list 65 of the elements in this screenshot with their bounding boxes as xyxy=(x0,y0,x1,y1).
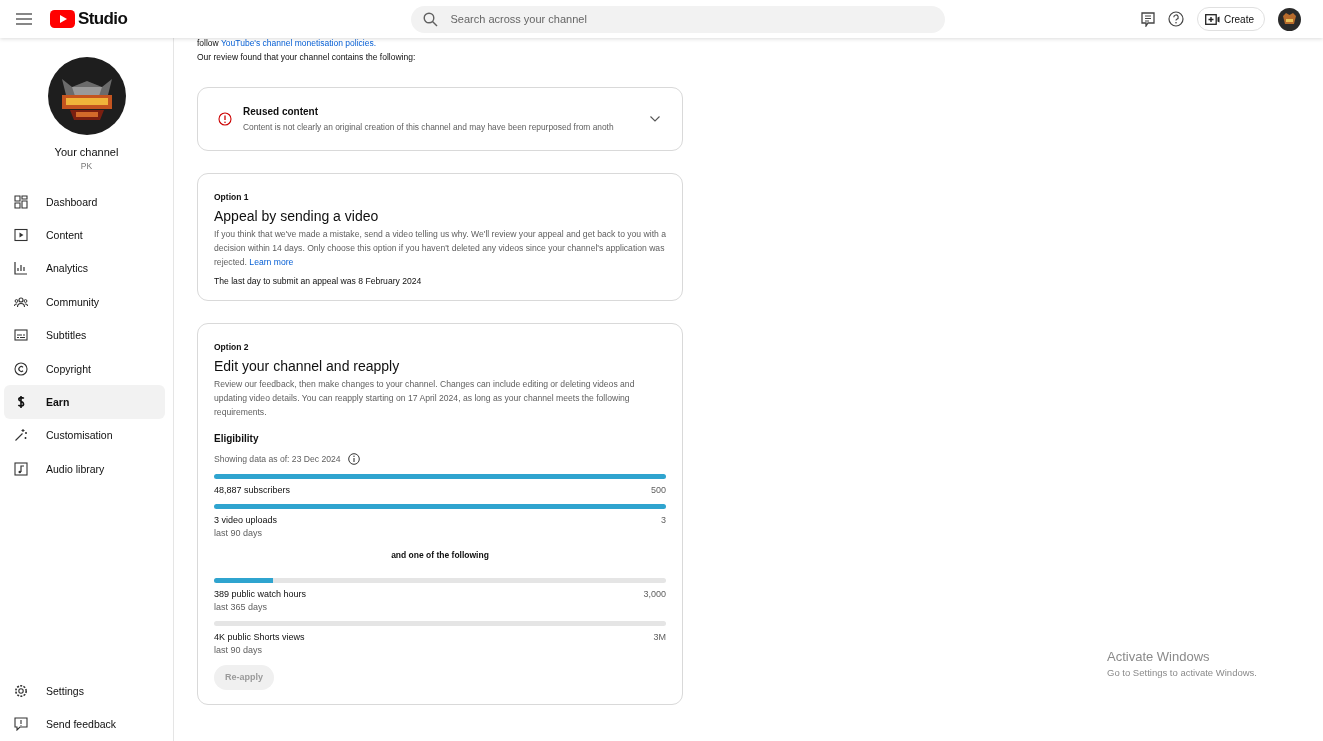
alert-icon xyxy=(218,112,232,126)
data-date-text: Showing data as of: 23 Dec 2024 xyxy=(214,453,341,464)
play-logo-icon[interactable] xyxy=(50,10,75,28)
chevron-icon[interactable] xyxy=(650,116,660,122)
metric-target: 3,000 xyxy=(643,588,666,599)
sidebar-item[interactable]: Dashboard xyxy=(4,185,165,219)
channel-title: Your channel xyxy=(54,146,119,158)
sidebar-item[interactable]: Analytics xyxy=(4,251,165,286)
option-description: If you think that we've made a mistake, send a video telling us why. We'll review your appeal and get back to you with a decision within 14 days. Only choose this option if you haven't deleted any videos since your channel's application was rejected. Learn more xyxy=(214,228,666,269)
dashboard-icon xyxy=(14,194,28,209)
subtitles-icon xyxy=(14,328,28,343)
alternative-heading: and one of the following xyxy=(391,549,489,560)
metric-period: last 365 days xyxy=(214,601,269,612)
sidebar-item[interactable]: Content xyxy=(4,218,165,252)
help-icon[interactable] xyxy=(1167,11,1184,27)
option-title: Edit your channel and reapply xyxy=(214,358,401,375)
channel-name: PK xyxy=(80,161,93,171)
option-title: Appeal by sending a video xyxy=(214,208,380,224)
feedback-icon xyxy=(14,717,28,732)
search-field[interactable]: Search across your channel xyxy=(411,5,946,33)
option-label: Option 1 xyxy=(214,192,250,202)
sidebar-item[interactable]: Customisation xyxy=(4,418,165,453)
people-icon xyxy=(14,294,28,309)
finding-description: Content is not clearly an original creation of this channel and may have been repurposed from anoth xyxy=(243,122,615,132)
metric-target: 500 xyxy=(650,484,666,495)
sidebar-item[interactable]: Subtitles xyxy=(4,318,165,352)
settings-icon xyxy=(14,683,28,698)
learn-more-link[interactable]: Learn more xyxy=(249,256,294,267)
account-avatar[interactable] xyxy=(1278,7,1301,31)
finding-title: Reused content xyxy=(243,106,319,117)
intro-text: follow YouTube's channel monetisation policies. xyxy=(197,37,377,50)
option-description: Review our feedback, then make changes to your channel. Changes can include editing or deleting videos and updating video details. You can reapply starting on 17 April 2024, as long as your channel meets the following requirements. xyxy=(214,378,636,419)
metric-label: 3 video uploads xyxy=(214,514,278,525)
review-text: Our review found that your channel contains the following: xyxy=(197,51,417,64)
sidebar-item[interactable]: Settings xyxy=(4,674,165,708)
metric-label: 389 public watch hours xyxy=(214,588,307,599)
policies-link[interactable]: YouTube's channel monetisation policies. xyxy=(220,38,376,48)
metric-target: 3 xyxy=(661,514,666,525)
option-label: Option 2 xyxy=(214,342,250,353)
sidebar-item[interactable]: Send feedback xyxy=(4,707,165,741)
activation-title: Activate Windows xyxy=(1107,649,1211,664)
magic-wand-icon xyxy=(14,428,28,443)
deadline-text: The last day to submit an appeal was 8 February 2024 xyxy=(214,276,423,287)
metric-label: 4K public Shorts views xyxy=(214,631,305,642)
menu-icon[interactable] xyxy=(16,13,32,25)
copyright-icon xyxy=(14,361,28,376)
sidebar-item[interactable]: Copyright xyxy=(4,351,165,386)
metric-label: 48,887 subscribers xyxy=(214,484,291,495)
metric-period: last 90 days xyxy=(214,644,264,655)
video-icon xyxy=(14,228,28,243)
add-video-icon xyxy=(1204,13,1220,25)
metric-period: last 90 days xyxy=(214,527,264,538)
eligibility-heading: Eligibility xyxy=(214,432,260,444)
sidebar-item[interactable]: Community xyxy=(4,285,165,319)
bar-chart-icon xyxy=(14,261,28,276)
activation-text: Go to Settings to activate Windows. xyxy=(1107,667,1257,678)
finding-card[interactable]: Reused content Content is not clearly an original creation of this channel and may have been repurposed from anoth xyxy=(197,87,683,151)
sidebar-item[interactable]: Earn xyxy=(4,385,165,419)
music-file-icon xyxy=(14,461,28,476)
feedback-icon[interactable] xyxy=(1140,11,1155,27)
metric-target: 3M xyxy=(653,631,666,642)
create-button[interactable]: Create xyxy=(1196,7,1265,31)
info-icon[interactable] xyxy=(347,452,360,465)
studio-logo-text[interactable]: Studio xyxy=(78,9,128,29)
sidebar-item[interactable]: Audio library xyxy=(4,452,165,486)
